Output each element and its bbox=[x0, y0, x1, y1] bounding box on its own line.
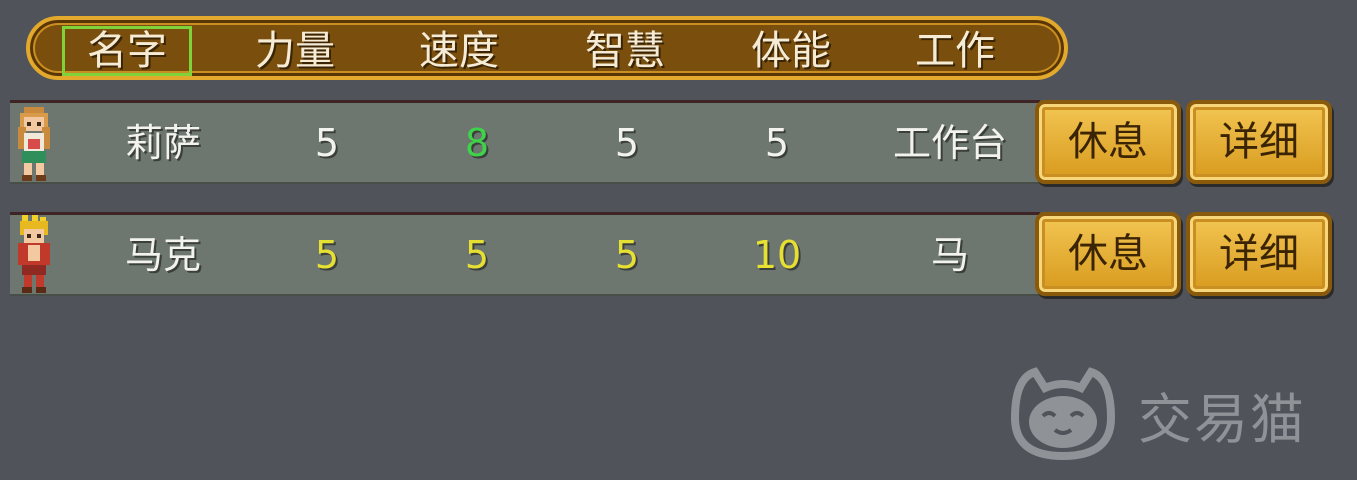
stat-wisdom: 5 bbox=[614, 121, 640, 165]
header-col-job[interactable]: 工作 bbox=[890, 26, 1020, 76]
stat-wisdom: 5 bbox=[614, 233, 640, 277]
detail-button[interactable]: 详细 bbox=[1186, 212, 1332, 296]
header-col-strength[interactable]: 力量 bbox=[230, 26, 360, 76]
stat-stamina: 10 bbox=[752, 233, 802, 277]
rest-button[interactable]: 休息 bbox=[1035, 212, 1181, 296]
stat-stamina: 5 bbox=[764, 121, 790, 165]
detail-button[interactable]: 详细 bbox=[1186, 100, 1332, 184]
character-row[interactable]: 莉萨 5 8 5 5 工作台 bbox=[10, 100, 1040, 184]
stat-speed: 5 bbox=[464, 233, 490, 277]
character-name: 莉萨 bbox=[124, 121, 201, 165]
stat-strength: 5 bbox=[314, 121, 340, 165]
character-name: 马克 bbox=[124, 233, 201, 277]
header-col-stamina[interactable]: 体能 bbox=[726, 26, 856, 76]
job-assignment: 工作台 bbox=[892, 121, 1007, 165]
watermark-text: 交易猫 bbox=[1138, 388, 1306, 451]
rest-button[interactable]: 休息 bbox=[1035, 100, 1181, 184]
character-mark-icon bbox=[18, 215, 50, 293]
character-lisa-icon bbox=[18, 107, 50, 181]
header-col-speed[interactable]: 速度 bbox=[394, 26, 524, 76]
character-row[interactable]: 马克 5 5 5 10 马 bbox=[10, 212, 1040, 296]
header-col-wisdom[interactable]: 智慧 bbox=[560, 26, 690, 76]
stat-speed: 8 bbox=[464, 121, 490, 165]
stat-strength: 5 bbox=[314, 233, 340, 277]
job-assignment: 马 bbox=[930, 233, 969, 277]
header-col-name[interactable]: 名字 bbox=[62, 26, 192, 76]
stat-header-bar: 名字 力量 速度 智慧 体能 工作 bbox=[26, 16, 1068, 80]
